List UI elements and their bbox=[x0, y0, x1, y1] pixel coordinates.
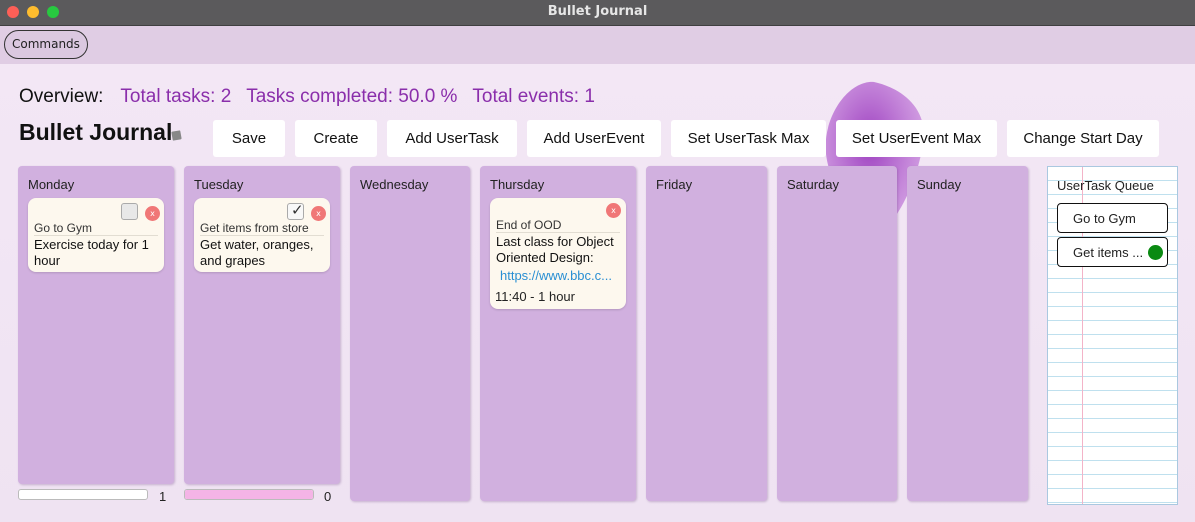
total-events-stat: Total events: 1 bbox=[472, 86, 595, 107]
day-column-thursday[interactable]: Thursday x End of OOD Last class for Obj… bbox=[480, 166, 636, 501]
user-task-queue: UserTask Queue Go to Gym Get items ... bbox=[1047, 166, 1178, 505]
add-user-task-button[interactable]: Add UserTask bbox=[387, 120, 517, 157]
queue-title: UserTask Queue bbox=[1057, 178, 1154, 193]
set-user-event-max-button[interactable]: Set UserEvent Max bbox=[836, 120, 997, 157]
edit-title-icon[interactable] bbox=[171, 130, 182, 141]
task-progress-bar-monday bbox=[18, 489, 148, 500]
divider bbox=[34, 235, 158, 236]
menu-bar: Commands bbox=[0, 26, 1195, 64]
change-start-day-button[interactable]: Change Start Day bbox=[1007, 120, 1159, 157]
day-column-sunday[interactable]: Sunday bbox=[907, 166, 1028, 501]
day-column-tuesday[interactable]: Tuesday ✓ x Get items from store Get wat… bbox=[184, 166, 340, 484]
queue-item[interactable]: Get items ... bbox=[1057, 237, 1168, 267]
day-column-friday[interactable]: Friday bbox=[646, 166, 767, 501]
set-user-task-max-button[interactable]: Set UserTask Max bbox=[671, 120, 826, 157]
day-name: Monday bbox=[28, 177, 75, 192]
status-dot-icon bbox=[1148, 245, 1163, 260]
day-column-wednesday[interactable]: Wednesday bbox=[350, 166, 470, 501]
divider bbox=[200, 235, 324, 236]
title-bar: Bullet Journal bbox=[0, 0, 1195, 26]
day-name: Thursday bbox=[490, 177, 545, 192]
delete-event-button[interactable]: x bbox=[606, 203, 621, 218]
remaining-count-monday: 1 bbox=[159, 489, 167, 504]
task-description: Get water, oranges, and grapes bbox=[200, 237, 314, 268]
overview-label: Overview: bbox=[19, 86, 104, 107]
queue-item-label: Go to Gym bbox=[1073, 211, 1136, 226]
total-tasks-stat: Total tasks: 2 bbox=[120, 86, 232, 107]
delete-task-button[interactable]: x bbox=[145, 206, 160, 221]
overview-bar: Overview: Total tasks: 2 Tasks completed… bbox=[19, 86, 605, 108]
day-name: Tuesday bbox=[194, 177, 244, 192]
divider bbox=[496, 232, 620, 233]
add-user-event-button[interactable]: Add UserEvent bbox=[527, 120, 661, 157]
checkmark-icon: ✓ bbox=[291, 201, 304, 219]
window-title: Bullet Journal bbox=[547, 4, 648, 19]
event-time: 11:40 - 1 hour bbox=[495, 289, 575, 304]
event-link[interactable]: https://www.bbc.c... bbox=[500, 268, 612, 283]
day-name: Friday bbox=[656, 177, 693, 192]
tasks-completed-stat: Tasks completed: 50.0 % bbox=[246, 86, 458, 107]
day-column-monday[interactable]: Monday x Go to Gym Exercise today for 1 … bbox=[18, 166, 174, 484]
task-description: Exercise today for 1 hour bbox=[34, 237, 149, 268]
save-button[interactable]: Save bbox=[213, 120, 285, 157]
queue-item-label: Get items ... bbox=[1073, 245, 1144, 260]
progress-fill bbox=[185, 490, 313, 499]
task-progress-bar-tuesday bbox=[184, 489, 314, 500]
day-name: Sunday bbox=[917, 177, 962, 192]
status-dot-icon bbox=[1148, 211, 1163, 226]
day-name: Wednesday bbox=[360, 177, 429, 192]
journal-title: Bullet Journal bbox=[19, 119, 173, 145]
create-button[interactable]: Create bbox=[295, 120, 377, 157]
event-card[interactable]: x End of OOD Last class for Object Orien… bbox=[490, 198, 626, 309]
task-title: Go to Gym bbox=[34, 221, 93, 235]
task-complete-checkbox[interactable] bbox=[121, 203, 138, 220]
queue-item[interactable]: Go to Gym bbox=[1057, 203, 1168, 233]
commands-button[interactable]: Commands bbox=[4, 30, 88, 59]
event-description: Last class for Object Oriented Design: bbox=[496, 234, 614, 265]
day-name: Saturday bbox=[787, 177, 840, 192]
task-title: Get items from store bbox=[200, 221, 309, 235]
day-column-saturday[interactable]: Saturday bbox=[777, 166, 897, 501]
task-card[interactable]: ✓ x Get items from store Get water, oran… bbox=[194, 198, 330, 272]
delete-task-button[interactable]: x bbox=[311, 206, 326, 221]
remaining-count-tuesday: 0 bbox=[324, 489, 332, 504]
event-title: End of OOD bbox=[496, 218, 562, 232]
task-card[interactable]: x Go to Gym Exercise today for 1 hour bbox=[28, 198, 164, 272]
task-complete-checkbox[interactable]: ✓ bbox=[287, 201, 304, 220]
